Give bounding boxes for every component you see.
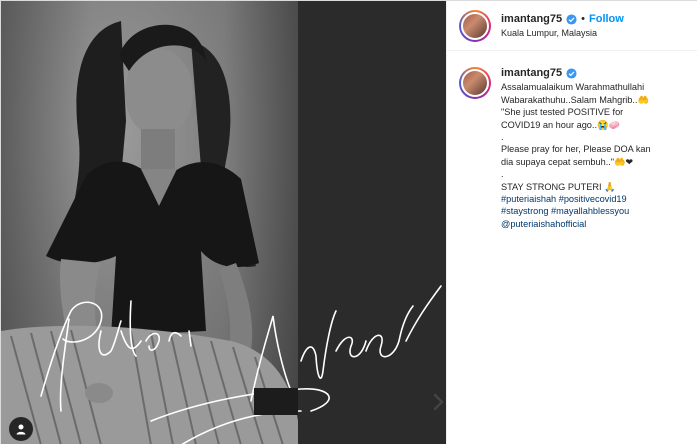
avatar[interactable] — [459, 9, 491, 42]
caption-line: Please pray for her, Please DOA kan — [501, 144, 651, 155]
post-sidebar: imantang75 • Follow Kuala Lumpur, Malays… — [446, 1, 697, 444]
mention-link[interactable]: @puteriaishahofficial — [501, 218, 690, 230]
hashtag-line[interactable]: #staystrong #mayallahblessyou — [501, 205, 690, 217]
post-header: imantang75 • Follow Kuala Lumpur, Malays… — [447, 1, 697, 51]
avatar[interactable] — [459, 67, 491, 99]
tag-people-button[interactable] — [9, 417, 33, 441]
separator-dot: • — [581, 13, 585, 25]
caption-line: STAY STRONG PUTERI 🙏 — [501, 181, 616, 192]
caption-comment: imantang75 Assalamualaikum Warahmathulla… — [447, 51, 697, 230]
hashtag-line[interactable]: #puteriaishah #positivecovid19 — [501, 193, 690, 205]
caption-line: . — [501, 169, 504, 180]
location-link[interactable]: Kuala Lumpur, Malaysia — [501, 28, 624, 38]
header-username[interactable]: imantang75 — [501, 13, 562, 25]
caption-line: Wabarakathuhu..Salam Mahgrib..🤲 — [501, 94, 649, 105]
caption-line: COVID19 an hour ago..😭🧼 — [501, 119, 620, 130]
caption-username[interactable]: imantang75 — [501, 67, 562, 79]
follow-button[interactable]: Follow — [589, 13, 624, 25]
black-rectangle — [254, 388, 298, 415]
verified-badge-icon — [566, 68, 577, 79]
chevron-right-icon[interactable] — [431, 391, 446, 413]
caption-line: . — [501, 132, 504, 143]
caption-line: dia supaya cepat sembuh.."🤲❤ — [501, 156, 634, 167]
woman-figure — [1, 21, 442, 444]
post-image[interactable] — [1, 1, 446, 444]
caption-line: Assalamualaikum Warahmathullahi — [501, 82, 645, 93]
instagram-post: imantang75 • Follow Kuala Lumpur, Malays… — [0, 0, 697, 444]
user-icon — [16, 424, 26, 435]
caption-line: "She just tested POSITIVE for — [501, 107, 624, 118]
verified-badge-icon — [566, 13, 577, 25]
